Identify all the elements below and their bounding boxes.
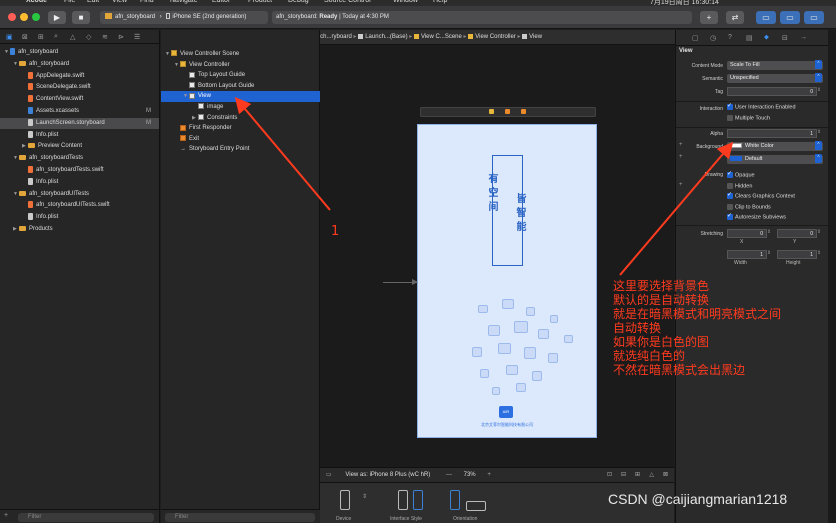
- annotation-line: 如果你是白色的图: [613, 335, 710, 349]
- annotation-marker: 1: [331, 224, 340, 239]
- annotation-line: 自动转换: [613, 321, 662, 335]
- annotation-line: 不然在暗黑模式会出黑边: [613, 363, 746, 377]
- annotation-arrows: [234, 96, 734, 276]
- arrow-to-view-row: [234, 96, 331, 211]
- arrow-to-background: [619, 141, 734, 276]
- annotation-line: 就是在暗黑模式和明亮模式之间: [613, 307, 782, 321]
- annotation-line: 这里要选择背景色: [613, 279, 710, 293]
- annotation-line: 默认的是自动转换: [613, 293, 710, 307]
- annotation-line: 就选纯白色的: [613, 349, 686, 363]
- watermark: CSDN @caijiangmarian1218: [608, 491, 788, 507]
